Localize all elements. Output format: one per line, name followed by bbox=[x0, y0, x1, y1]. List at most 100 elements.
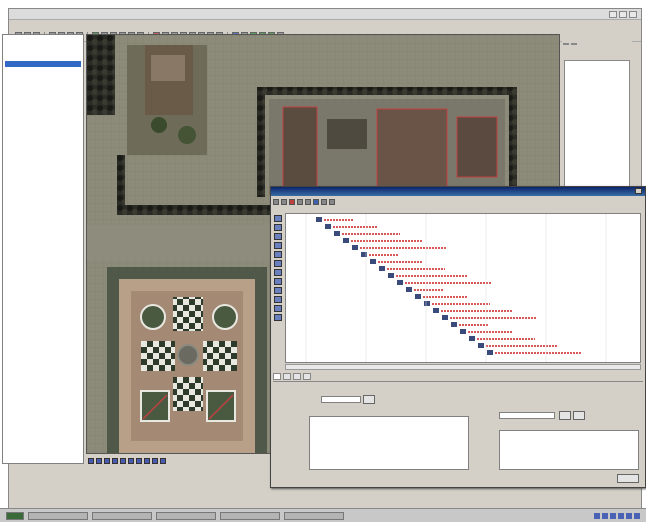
dialog-close-button[interactable] bbox=[635, 188, 642, 194]
taskbar-item[interactable] bbox=[28, 511, 88, 520]
tree-item[interactable] bbox=[5, 151, 81, 157]
dialog-tab[interactable] bbox=[293, 373, 301, 380]
panel-tab[interactable] bbox=[571, 43, 577, 45]
grid-canvas bbox=[305, 214, 607, 362]
fountain bbox=[177, 344, 199, 366]
dialog-title-bar[interactable] bbox=[271, 187, 645, 196]
grid-cell-marker[interactable] bbox=[469, 336, 475, 341]
grid-cell-marker[interactable] bbox=[352, 245, 358, 250]
grid-cell-marker[interactable] bbox=[379, 266, 385, 271]
grid-cell-marker[interactable] bbox=[451, 322, 457, 327]
grid-cell-marker[interactable] bbox=[316, 217, 322, 222]
side-tool-button[interactable] bbox=[274, 314, 282, 321]
taskbar-item[interactable] bbox=[92, 511, 152, 520]
side-tool-button[interactable] bbox=[274, 215, 282, 222]
grid-cell-marker[interactable] bbox=[442, 315, 448, 320]
small-button[interactable] bbox=[559, 411, 571, 420]
grid-cell-marker[interactable] bbox=[334, 231, 340, 236]
side-tool-button[interactable] bbox=[274, 305, 282, 312]
text-area[interactable] bbox=[309, 416, 469, 470]
dialog-tool-button[interactable] bbox=[289, 198, 295, 205]
checker-tile bbox=[173, 377, 203, 411]
tray-icon[interactable] bbox=[602, 512, 608, 519]
tray-icon[interactable] bbox=[610, 512, 616, 519]
map-tool-button[interactable] bbox=[152, 458, 158, 464]
map-tool-button[interactable] bbox=[104, 458, 110, 464]
tray-icon[interactable] bbox=[626, 512, 632, 519]
system-tray bbox=[594, 512, 646, 519]
grid-cell-marker[interactable] bbox=[424, 301, 430, 306]
dialog-tool-button[interactable] bbox=[313, 198, 319, 205]
side-tool-button[interactable] bbox=[274, 251, 282, 258]
dialog-tab[interactable] bbox=[273, 373, 281, 380]
start-button[interactable] bbox=[6, 511, 24, 520]
scene-tree[interactable] bbox=[2, 34, 84, 464]
status-bar bbox=[2, 470, 632, 480]
horizontal-scrollbar[interactable] bbox=[285, 364, 641, 370]
side-tool-button[interactable] bbox=[274, 260, 282, 267]
grid-cell-marker[interactable] bbox=[370, 259, 376, 264]
map-toolbar bbox=[88, 456, 166, 466]
planter bbox=[212, 304, 238, 330]
preview-box[interactable] bbox=[499, 430, 639, 470]
dialog-tool-button[interactable] bbox=[273, 198, 279, 205]
minimize-button[interactable] bbox=[609, 11, 617, 18]
side-tool-button[interactable] bbox=[274, 296, 282, 303]
side-tool-button[interactable] bbox=[274, 224, 282, 231]
dialog-tool-button[interactable] bbox=[305, 198, 311, 205]
grid-cell-marker[interactable] bbox=[343, 238, 349, 243]
panel-tab[interactable] bbox=[563, 43, 569, 45]
map-tool-button[interactable] bbox=[88, 458, 94, 464]
dialog-tool-button[interactable] bbox=[329, 198, 335, 205]
taskbar-item[interactable] bbox=[284, 511, 344, 520]
grid-cell-marker[interactable] bbox=[433, 308, 439, 313]
side-tool-button[interactable] bbox=[274, 287, 282, 294]
data-grid[interactable] bbox=[285, 213, 641, 363]
map-tool-button[interactable] bbox=[96, 458, 102, 464]
editor-dialog bbox=[270, 186, 646, 488]
grid-cell-marker[interactable] bbox=[460, 329, 466, 334]
grid-cell-marker[interactable] bbox=[487, 350, 493, 355]
side-tool-button[interactable] bbox=[274, 269, 282, 276]
dialog-tab[interactable] bbox=[303, 373, 311, 380]
map-tool-button[interactable] bbox=[128, 458, 134, 464]
grid-cell-marker[interactable] bbox=[397, 280, 403, 285]
checker-tile bbox=[141, 341, 175, 371]
hedge bbox=[257, 87, 517, 95]
browse-button[interactable] bbox=[363, 395, 375, 404]
grid-cell-marker[interactable] bbox=[325, 224, 331, 229]
tray-icon[interactable] bbox=[634, 512, 640, 519]
tray-icon[interactable] bbox=[618, 512, 624, 519]
grid-cell-marker[interactable] bbox=[388, 273, 394, 278]
maximize-button[interactable] bbox=[619, 11, 627, 18]
side-tool-button[interactable] bbox=[274, 233, 282, 240]
small-button[interactable] bbox=[573, 411, 585, 420]
dialog-tool-button[interactable] bbox=[297, 198, 303, 205]
text-field[interactable] bbox=[321, 396, 361, 403]
menu-bar bbox=[9, 20, 641, 30]
grid-cell-marker[interactable] bbox=[415, 294, 421, 299]
building bbox=[456, 116, 498, 178]
map-tool-button[interactable] bbox=[136, 458, 142, 464]
hedge bbox=[257, 87, 265, 197]
close-button[interactable] bbox=[629, 11, 637, 18]
dialog-tab[interactable] bbox=[283, 373, 291, 380]
side-tool-button[interactable] bbox=[274, 278, 282, 285]
taskbar-item[interactable] bbox=[156, 511, 216, 520]
grid-cell-marker[interactable] bbox=[478, 343, 484, 348]
tree bbox=[151, 117, 167, 133]
text-field[interactable] bbox=[499, 412, 555, 419]
dialog-tool-button[interactable] bbox=[321, 198, 327, 205]
grid-cell-marker[interactable] bbox=[406, 287, 412, 292]
list-item[interactable] bbox=[567, 75, 627, 81]
dialog-tool-button[interactable] bbox=[281, 198, 287, 205]
tree bbox=[178, 126, 196, 144]
tray-icon[interactable] bbox=[594, 512, 600, 519]
side-tool-button[interactable] bbox=[274, 242, 282, 249]
map-tool-button[interactable] bbox=[144, 458, 150, 464]
map-tool-button[interactable] bbox=[160, 458, 166, 464]
map-tool-button[interactable] bbox=[120, 458, 126, 464]
taskbar-item[interactable] bbox=[220, 511, 280, 520]
map-tool-button[interactable] bbox=[112, 458, 118, 464]
window-controls bbox=[609, 11, 637, 18]
